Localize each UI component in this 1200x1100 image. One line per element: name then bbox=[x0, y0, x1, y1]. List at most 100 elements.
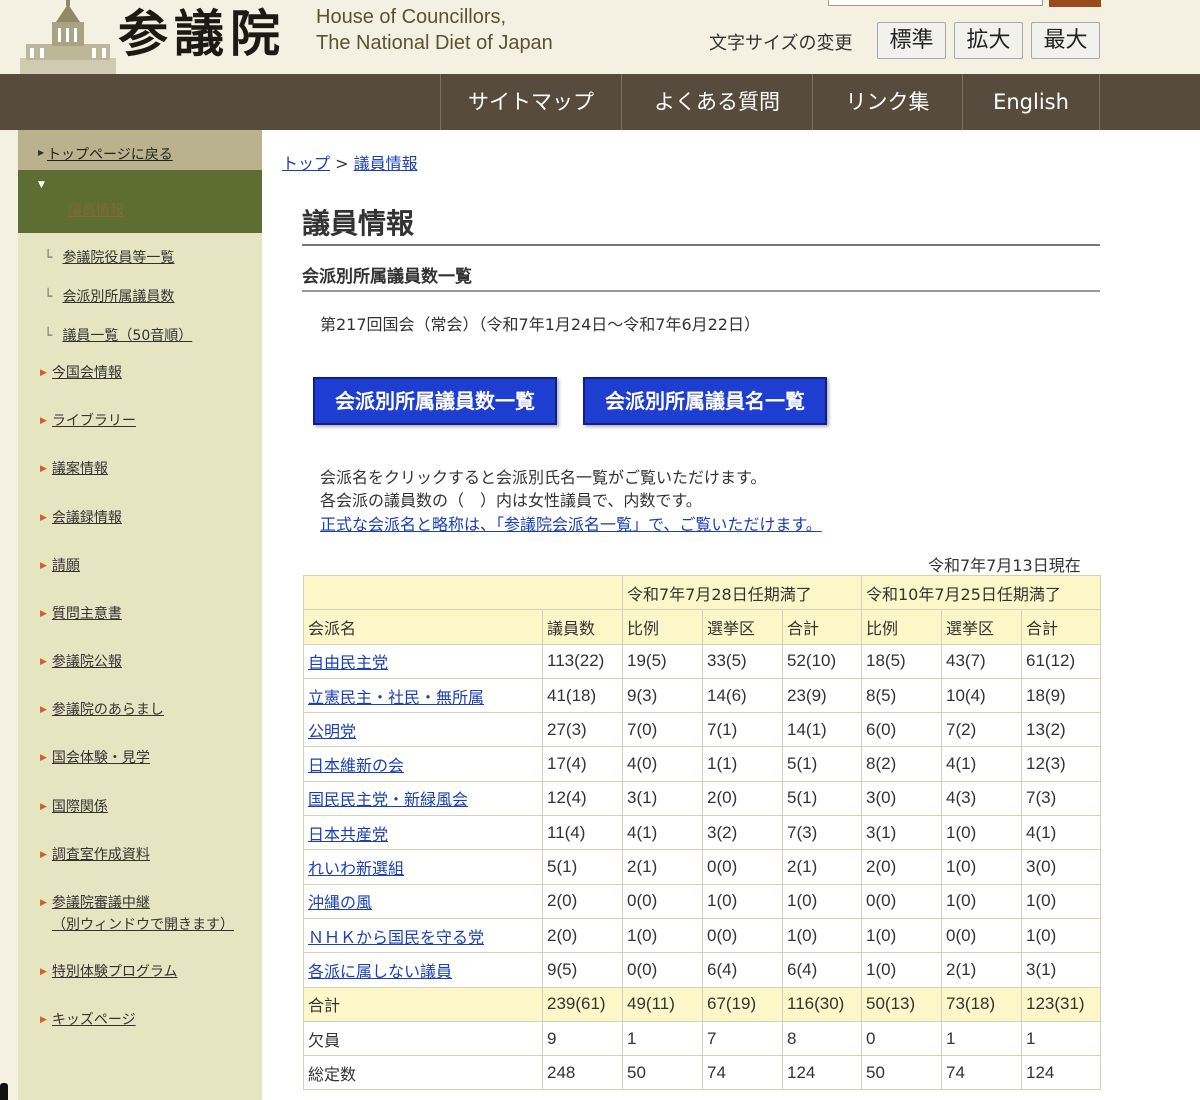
table-cell: 0(0) bbox=[702, 917, 783, 954]
sidebar-item-research[interactable]: ▶ 調査室作成資料 bbox=[40, 844, 150, 866]
font-size-label: 文字サイズの変更 bbox=[709, 33, 853, 54]
table-cell: 1(0) bbox=[941, 815, 1022, 851]
table-group-header-row: 令和7年7月28日任期満了 令和10年7月25日任期満了 bbox=[303, 574, 1101, 611]
table-cell: 13(2) bbox=[1021, 712, 1101, 748]
faction-count-list-button[interactable]: 会派別所属議員数一覧 bbox=[313, 377, 557, 425]
table-cell: 6(0) bbox=[861, 712, 942, 748]
arrow-right-icon: ▶ bbox=[40, 464, 47, 474]
table-cell: 2(1) bbox=[782, 849, 862, 885]
search-input[interactable] bbox=[828, 0, 1043, 6]
table-row: 国民民主党・新緑風会 12(4) 3(1) 2(0) 5(1) 3(0) 4(3) 7(3) bbox=[303, 780, 1101, 817]
font-size-max-button[interactable]: 最大 bbox=[1031, 22, 1100, 59]
breadcrumb-top-link[interactable]: トップ bbox=[282, 154, 330, 173]
table-row: 沖縄の風 2(0) 0(0) 1(0) 1(0) 0(0) 1(0) 1(0) bbox=[303, 883, 1101, 919]
sidebar-item-library[interactable]: ▶ ライブラリー bbox=[40, 410, 136, 432]
faction-names-link[interactable]: 正式な会派名と略称は、「参議院会派名一覧」で、ご覧いただけます。 bbox=[320, 511, 822, 535]
table-cell: 3(0) bbox=[1021, 849, 1101, 885]
sidebar-item-international[interactable]: ▶ 国際関係 bbox=[40, 796, 108, 818]
sidebar-item-overview[interactable]: ▶ 参議院のあらまし bbox=[40, 699, 164, 721]
sidebar-item-label[interactable]: 参議院公報 bbox=[52, 654, 122, 670]
faction-link[interactable]: 公明党 bbox=[308, 722, 356, 741]
sidebar-item-label[interactable]: 請願 bbox=[52, 558, 80, 574]
nav-links[interactable]: リンク集 bbox=[812, 74, 962, 130]
sidebar-item-program[interactable]: ▶ 特別体験プログラム bbox=[40, 961, 178, 983]
table-cell: 9(5) bbox=[542, 952, 623, 988]
sidebar-item-broadcast[interactable]: ▶ 参議院審議中継 （別ウィンドウで開きます） bbox=[40, 892, 234, 936]
arrow-right-icon: ▶ bbox=[40, 753, 47, 763]
table-cell: 4(0) bbox=[622, 746, 703, 782]
table-cell: 0(0) bbox=[622, 883, 703, 919]
table-cell: 1(0) bbox=[861, 952, 942, 988]
table-header-cell: 選挙区 bbox=[702, 609, 783, 645]
sidebar-item-label[interactable]: 議案情報 bbox=[52, 461, 108, 477]
table-header-cell: 議員数 bbox=[542, 609, 623, 645]
sidebar-item-gazette[interactable]: ▶ 参議院公報 bbox=[40, 651, 122, 673]
nav-english[interactable]: English bbox=[962, 74, 1099, 130]
arrow-right-icon: ▶ bbox=[40, 898, 47, 908]
faction-name-cell: 日本共産党 bbox=[303, 815, 543, 851]
scrollbar-handle[interactable] bbox=[0, 1083, 8, 1100]
breadcrumb-current-link[interactable]: 議員情報 bbox=[354, 154, 418, 173]
sidebar-subitem-faction-count[interactable]: └ 会派別所属議員数 bbox=[44, 286, 174, 306]
sidebar-subitem-label[interactable]: 議員一覧（50音順） bbox=[62, 328, 192, 344]
logo-text[interactable]: 参議院 bbox=[118, 0, 286, 66]
faction-name-cell: 公明党 bbox=[303, 712, 543, 748]
sidebar-item-label[interactable]: 国会体験・見学 bbox=[52, 750, 150, 766]
sidebar-item-label[interactable]: 国際関係 bbox=[52, 799, 108, 815]
sidebar-item-minutes[interactable]: ▶ 会議録情報 bbox=[40, 507, 122, 529]
sidebar-item-label[interactable]: 参議院審議中継 bbox=[52, 895, 150, 911]
sidebar-subitem-officers[interactable]: └ 参議院役員等一覧 bbox=[44, 247, 174, 267]
nav-faq[interactable]: よくある質問 bbox=[621, 74, 812, 130]
sidebar-item-label[interactable]: ライブラリー bbox=[52, 413, 136, 429]
table-cell: 4(1) bbox=[622, 815, 703, 851]
table-cell: 2(1) bbox=[941, 952, 1022, 988]
faction-link[interactable]: 立憲民主・社民・無所属 bbox=[308, 688, 484, 707]
faction-link[interactable]: 各派に属しない議員 bbox=[308, 962, 452, 981]
sidebar-subitem-member-list[interactable]: └ 議員一覧（50音順） bbox=[44, 325, 192, 345]
sidebar-item-questions[interactable]: ▶ 質問主意書 bbox=[40, 603, 122, 625]
font-size-large-button[interactable]: 拡大 bbox=[954, 22, 1023, 59]
table-cell: 49(11) bbox=[622, 986, 703, 1022]
faction-link[interactable]: 沖縄の風 bbox=[308, 893, 372, 912]
faction-link[interactable]: れいわ新選組 bbox=[308, 859, 404, 878]
sidebar-item-kids[interactable]: ▶ キッズページ bbox=[40, 1009, 136, 1031]
faction-name-list-button[interactable]: 会派別所属議員名一覧 bbox=[583, 377, 827, 425]
sidebar-item-visit[interactable]: ▶ 国会体験・見学 bbox=[40, 747, 150, 769]
table-cell: 14(6) bbox=[702, 677, 783, 714]
search-button[interactable] bbox=[1049, 0, 1101, 7]
faction-link[interactable]: 国民民主党・新緑風会 bbox=[308, 790, 468, 809]
sidebar-item-label[interactable]: 参議院のあらまし bbox=[52, 702, 164, 718]
sidebar-item-member-info[interactable]: 議員情報 bbox=[68, 200, 124, 220]
table-cell: 0(0) bbox=[702, 849, 783, 885]
table-cell: 18(5) bbox=[861, 643, 942, 679]
table-header-cell: 比例 bbox=[622, 609, 703, 645]
arrow-right-icon: ▶ bbox=[40, 416, 47, 426]
sidebar-item-label[interactable]: キッズページ bbox=[52, 1012, 136, 1028]
faction-name-cell: 各派に属しない議員 bbox=[303, 952, 543, 988]
faction-link[interactable]: 日本共産党 bbox=[308, 825, 388, 844]
sidebar-item-label[interactable]: 質問主意書 bbox=[52, 606, 122, 622]
sidebar-subitem-label[interactable]: 会派別所属議員数 bbox=[62, 289, 174, 305]
font-size-standard-button[interactable]: 標準 bbox=[877, 22, 946, 59]
sidebar-item-bills[interactable]: ▶ 議案情報 bbox=[40, 458, 108, 480]
sidebar-subitem-label[interactable]: 参議院役員等一覧 bbox=[62, 250, 174, 266]
arrow-right-icon: ▶ bbox=[40, 967, 47, 977]
sidebar-item-note[interactable]: （別ウィンドウで開きます） bbox=[52, 917, 234, 933]
sidebar-item-petitions[interactable]: ▶ 請願 bbox=[40, 555, 80, 577]
sidebar-item-label[interactable]: 今国会情報 bbox=[52, 365, 122, 381]
sidebar-item-current-session[interactable]: ▶ 今国会情報 bbox=[40, 362, 122, 384]
summary-label-cell: 合計 bbox=[303, 986, 543, 1022]
faction-link[interactable]: 自由民主党 bbox=[308, 653, 388, 672]
faction-link[interactable]: 日本維新の会 bbox=[308, 756, 404, 775]
table-cell: 3(1) bbox=[622, 780, 703, 817]
table-cell: 3(1) bbox=[1021, 952, 1101, 988]
sidebar-item-label[interactable]: 調査室作成資料 bbox=[52, 847, 150, 863]
faction-link[interactable]: ＮＨＫから国民を守る党 bbox=[308, 928, 484, 947]
sidebar-item-label[interactable]: 会議録情報 bbox=[52, 510, 122, 526]
back-to-top-link[interactable]: トップページに戻る bbox=[47, 144, 173, 164]
nav-sitemap[interactable]: サイトマップ bbox=[440, 74, 621, 130]
table-cell: 19(5) bbox=[622, 643, 703, 679]
sidebar-item-label[interactable]: 特別体験プログラム bbox=[52, 964, 178, 980]
table-cell: 7(3) bbox=[1021, 780, 1101, 817]
sidebar-item-current: ▼ 議員情報 bbox=[18, 170, 262, 233]
